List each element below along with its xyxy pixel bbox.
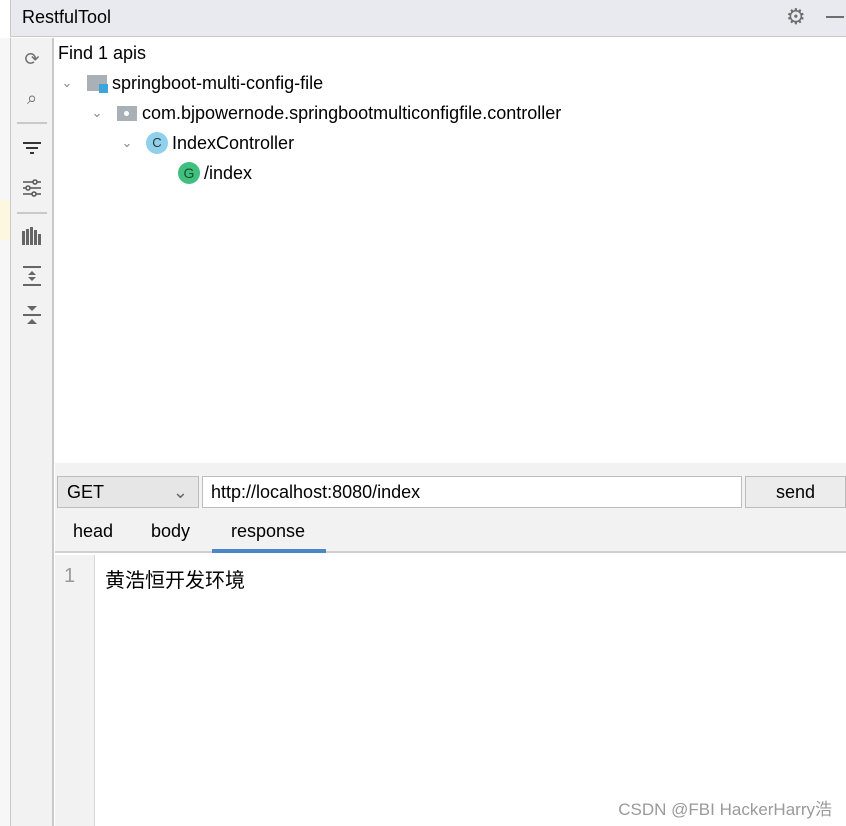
class-icon: C: [146, 132, 168, 154]
tab-bar: head body response: [55, 513, 846, 553]
package-folder-icon: [116, 102, 138, 124]
divider: [17, 122, 47, 124]
line-number: 1: [64, 565, 76, 587]
divider: [17, 212, 47, 214]
tree-node-class[interactable]: ⌄ C IndexController: [120, 128, 294, 158]
active-tab-indicator: [212, 549, 326, 553]
tab-head[interactable]: head: [73, 521, 113, 542]
bar-chart-icon[interactable]: [11, 221, 53, 251]
module-folder-icon: [86, 72, 108, 94]
expand-all-icon[interactable]: [11, 261, 53, 291]
tree-node-project[interactable]: ⌄ springboot-multi-config-file: [60, 68, 323, 98]
project-name: springboot-multi-config-file: [112, 72, 324, 93]
collapse-all-icon[interactable]: [11, 300, 53, 330]
endpoint-path: /index: [204, 162, 253, 183]
tree-summary: Find 1 apis: [58, 42, 147, 63]
chevron-down-icon: ⌄: [172, 482, 188, 502]
filter-icon[interactable]: [11, 133, 53, 163]
search-icon[interactable]: ⌕: [11, 83, 53, 113]
line-gutter: 1: [55, 555, 95, 826]
response-content: 黄浩恒开发环境: [105, 568, 245, 592]
method-select[interactable]: GET ⌄: [57, 476, 199, 508]
tab-response[interactable]: response: [231, 521, 305, 542]
class-name: IndexController: [172, 132, 295, 153]
method-value: GET: [67, 482, 105, 502]
request-bar: GET ⌄ http://localhost:8080/index send: [55, 463, 846, 513]
send-button[interactable]: send: [745, 476, 846, 508]
response-editor[interactable]: 1 黄浩恒开发环境 CSDN @FBI HackerHarry浩: [55, 555, 846, 826]
tree-node-package[interactable]: ⌄ com.bjpowernode.springbootmulticonfigf…: [90, 98, 562, 128]
editor-highlight: [0, 200, 10, 240]
left-edge: [0, 38, 10, 826]
package-name: com.bjpowernode.springbootmulticonfigfil…: [142, 102, 562, 123]
chevron-down-icon[interactable]: ⌄: [120, 135, 134, 150]
settings-sliders-icon[interactable]: [11, 173, 53, 203]
get-method-icon: G: [178, 162, 200, 184]
chevron-down-icon[interactable]: ⌄: [90, 105, 104, 120]
gear-icon[interactable]: ⚙: [786, 4, 806, 30]
tree-node-endpoint[interactable]: G /index: [178, 158, 252, 188]
minimize-icon[interactable]: [826, 16, 844, 18]
api-tree: Find 1 apis ⌄ springboot-multi-config-fi…: [55, 38, 846, 463]
tool-strip: ⟳ ⌕: [10, 38, 54, 826]
chevron-down-icon[interactable]: ⌄: [60, 75, 74, 90]
title-bar: RestfulTool ⚙: [10, 0, 846, 37]
url-input[interactable]: http://localhost:8080/index: [202, 476, 742, 508]
refresh-icon[interactable]: ⟳: [11, 44, 53, 74]
watermark: CSDN @FBI HackerHarry浩: [618, 800, 832, 819]
window-title: RestfulTool: [22, 7, 112, 27]
tab-body[interactable]: body: [151, 521, 190, 542]
